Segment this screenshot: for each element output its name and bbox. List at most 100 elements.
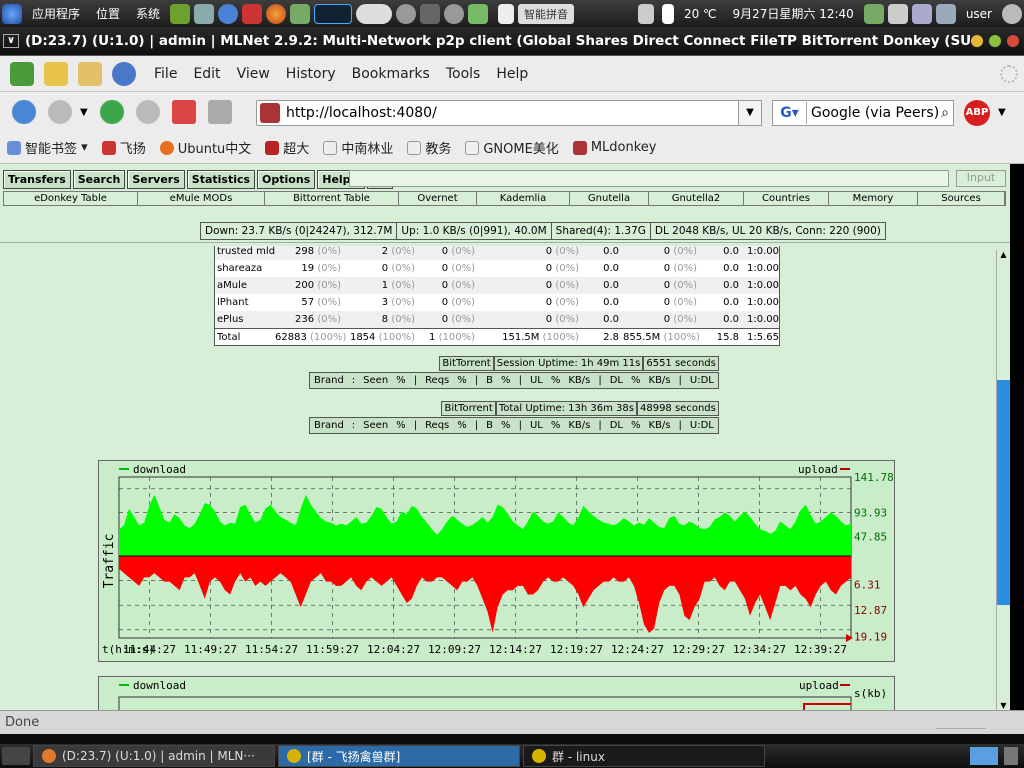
close-button[interactable] (1006, 34, 1020, 48)
subtab-kademlia[interactable]: Kademlia (477, 192, 570, 205)
stop-button[interactable] (135, 100, 160, 124)
applications-menu[interactable]: 应用程序 (24, 5, 88, 22)
taskbar-firefox[interactable]: (D:23.7) (U:1.0) | admin | MLN··· (33, 745, 275, 767)
taskbar-qq-group[interactable]: [群 - 飞扬禽兽群] (278, 745, 520, 767)
bookmark-gnome[interactable]: GNOME美化 (465, 138, 559, 157)
input-method[interactable]: 智能拼音 (518, 3, 575, 24)
subtab-bittorrent[interactable]: Bittorrent Table (265, 192, 399, 205)
folder-star-icon[interactable] (78, 61, 102, 86)
temperature[interactable]: 20 ℃ (676, 7, 725, 21)
bottom-panel: (D:23.7) (U:1.0) | admin | MLN··· [群 - 飞… (0, 744, 1024, 768)
search-engine-icon[interactable]: G▾ (773, 102, 807, 124)
url-bar[interactable]: http://localhost:4080/ ☆ (256, 100, 762, 126)
user-menu[interactable]: user (958, 7, 1000, 21)
scroll-down-arrow[interactable]: ▼ (997, 701, 1010, 710)
paint-icon[interactable] (468, 3, 489, 24)
chat-icon[interactable] (935, 3, 956, 24)
maximize-button[interactable] (988, 34, 1002, 48)
subtab-overnet[interactable]: Overnet (399, 192, 477, 205)
menu-help[interactable]: Help (488, 66, 536, 82)
subtab-memory[interactable]: Memory (829, 192, 918, 205)
scrollbar-thumb[interactable] (997, 380, 1010, 605)
tool-icon[interactable] (170, 3, 191, 24)
input-button[interactable]: Input (956, 170, 1006, 187)
places-menu[interactable]: 位置 (88, 5, 128, 22)
subtab-gnutella[interactable]: Gnutella (570, 192, 649, 205)
stats-scroll-area[interactable]: trusted mld 298 (0%) 2 (0%) 0 (0%) 0 (0%) 0.0… (0, 246, 996, 710)
top-panel: 应用程序 位置 系统 智能拼音 20 ℃ 9月27日星期六 12:40 user (0, 0, 1024, 27)
bookmark-chaoda[interactable]: 超大 (265, 138, 309, 157)
trash-icon[interactable] (1004, 747, 1018, 765)
magnifier-icon[interactable]: ⌕ (941, 105, 949, 121)
display-icon[interactable] (911, 3, 932, 24)
url-dropdown-button[interactable]: ▼ (738, 100, 762, 126)
forward-button[interactable] (48, 100, 72, 124)
peer-table-cell: 0 (0%) (417, 263, 477, 274)
compass-icon[interactable] (218, 3, 239, 24)
subtab-sources[interactable]: Sources (918, 192, 1005, 205)
window-menu-icon[interactable]: ∨ (3, 34, 19, 48)
search-input[interactable]: Google (via Peers) (807, 105, 941, 121)
status-shared: Shared(4): 1.37G (552, 223, 651, 239)
command-input[interactable] (349, 170, 949, 187)
status-text: Done (5, 715, 40, 730)
tab-options[interactable]: Options (257, 170, 316, 189)
bookmark-smart[interactable]: 智能书签 ▾ (7, 138, 88, 157)
back-button[interactable] (12, 100, 36, 124)
subtab-countries[interactable]: Countries (744, 192, 829, 205)
system-menu[interactable]: 系统 (128, 5, 168, 22)
taskbar-linux-group[interactable]: 群 - linux (523, 745, 765, 767)
window-titlebar[interactable]: ∨ (D:23.7) (U:1.0) | admin | MLNet 2.9.2… (0, 27, 1024, 56)
bookmark-znly[interactable]: 中南林业 (323, 138, 393, 157)
peer-cell-value: Total (217, 331, 241, 343)
home-button[interactable] (171, 100, 196, 124)
search-bar[interactable]: G▾ Google (via Peers) ⌕ (772, 100, 954, 126)
menu-tools[interactable]: Tools (438, 66, 489, 82)
menu-bookmarks[interactable]: Bookmarks (344, 66, 438, 82)
search-icon[interactable] (444, 3, 465, 24)
help-icon[interactable] (396, 3, 417, 24)
clock[interactable]: 9月27日星期六 12:40 (725, 5, 862, 22)
media-icon[interactable] (242, 3, 263, 24)
history-dropdown-icon[interactable]: ▼ (80, 107, 88, 118)
bookmark-jiaowu[interactable]: 教务 (407, 138, 451, 157)
settings-icon[interactable] (194, 3, 215, 24)
screenshot-icon[interactable] (420, 3, 441, 24)
firefox-icon[interactable] (266, 3, 287, 24)
adblock-button[interactable]: ABP (964, 100, 990, 126)
menu-file[interactable]: File (146, 66, 185, 82)
history-clock-icon[interactable] (112, 61, 136, 86)
tab-servers[interactable]: Servers (127, 170, 185, 189)
bookmark-ubuntu[interactable]: Ubuntu中文 (159, 138, 251, 157)
bookmark-toolbar-icon[interactable] (207, 100, 232, 124)
workspace-switcher[interactable] (970, 747, 998, 765)
scroll-up-arrow[interactable]: ▲ (997, 250, 1010, 259)
peer-table-cell: 0.0 (581, 263, 621, 274)
reload-button[interactable] (99, 100, 124, 124)
menu-history[interactable]: History (278, 66, 344, 82)
subtab-edonkey[interactable]: eDonkey Table (4, 192, 138, 205)
book-icon[interactable] (290, 3, 311, 24)
minimize-button[interactable] (970, 34, 984, 48)
url-text[interactable]: http://localhost:4080/ (286, 105, 739, 121)
tab-transfers[interactable]: Transfers (3, 170, 71, 189)
subtab-emule[interactable]: eMule MODs (138, 192, 265, 205)
ubuntu-logo-icon[interactable] (2, 3, 22, 24)
menu-edit[interactable]: Edit (185, 66, 228, 82)
bookmark-mldonkey[interactable]: MLdonkey (572, 140, 656, 155)
peer-cell-value: 0.0 (723, 280, 739, 291)
bt-column-header: | (413, 375, 418, 386)
bookmark-feiyang[interactable]: 飞扬 (101, 138, 146, 157)
volume-icon[interactable] (637, 3, 654, 24)
power-icon[interactable] (1002, 3, 1022, 24)
network-icon[interactable] (863, 3, 884, 24)
download-icon[interactable] (10, 61, 34, 86)
adblock-dropdown-icon[interactable]: ▼ (998, 107, 1006, 118)
puzzle-icon[interactable] (887, 3, 908, 24)
show-desktop-icon[interactable] (2, 747, 30, 765)
tab-search[interactable]: Search (72, 170, 126, 189)
subtab-gnutella2[interactable]: Gnutella2 (649, 192, 744, 205)
tab-statistics[interactable]: Statistics (186, 170, 256, 189)
menu-view[interactable]: View (229, 66, 278, 82)
new-folder-icon[interactable] (44, 61, 68, 86)
